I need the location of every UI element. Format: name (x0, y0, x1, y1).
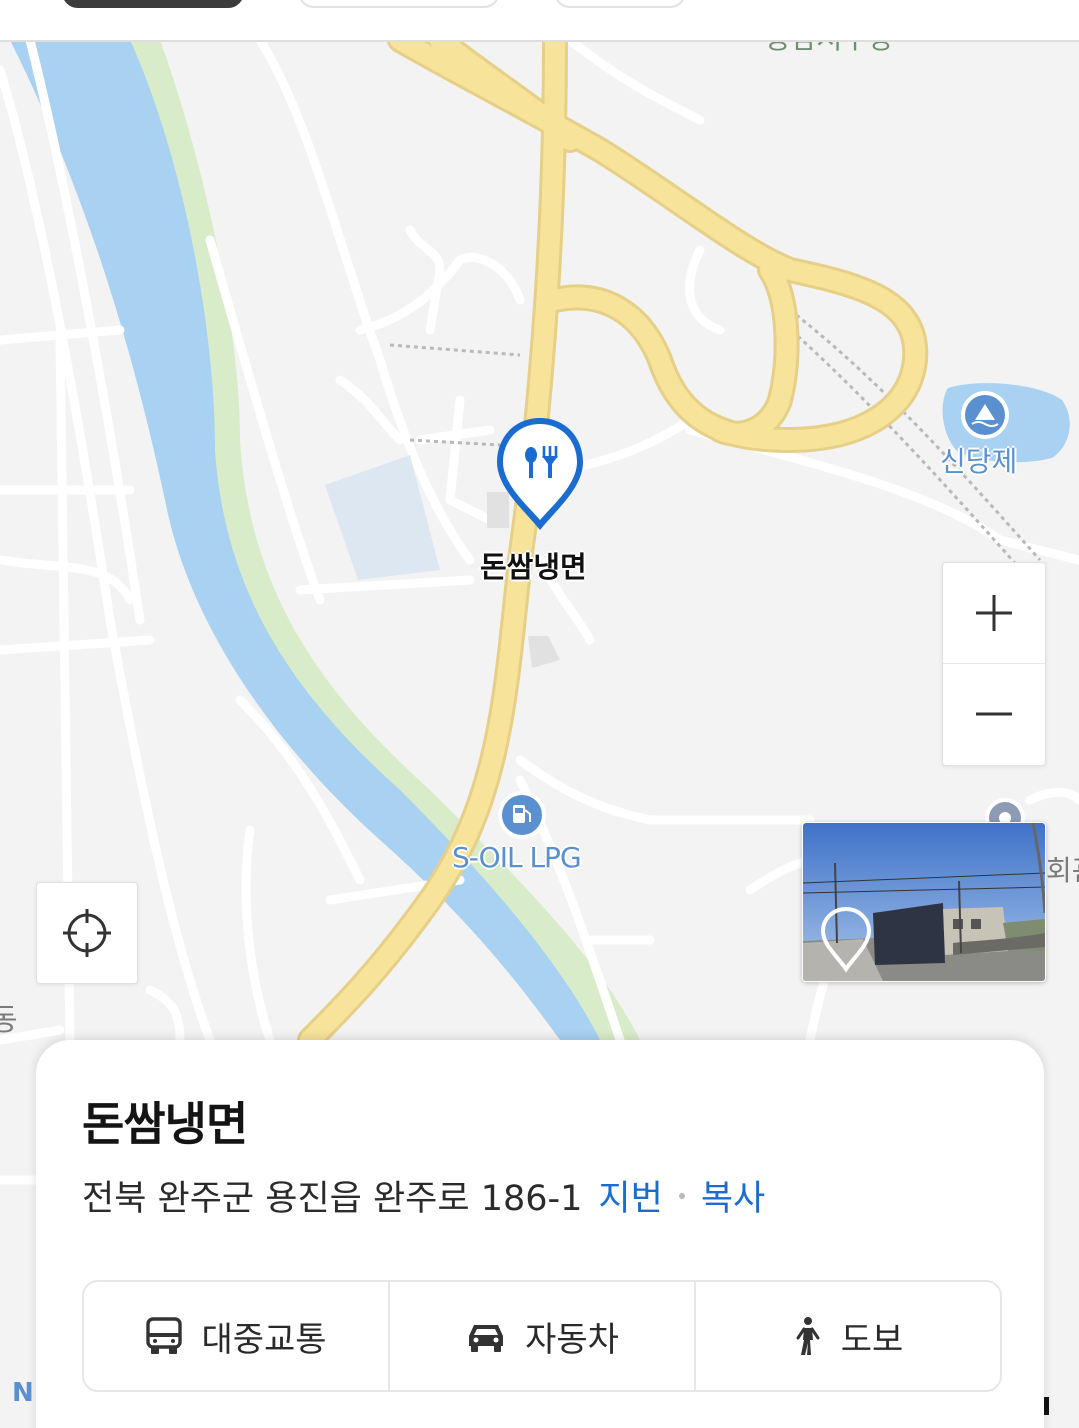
car-icon (469, 1325, 504, 1352)
place-name: 돈쌈냉면 (82, 1097, 248, 1151)
route-options: 대중교통 자동차 도보 (82, 1280, 1002, 1392)
route-walk-label: 도보 (840, 1319, 904, 1360)
bus-icon (146, 1317, 183, 1354)
corner-mark (1044, 1397, 1049, 1415)
lot-number-link[interactable]: 지번 (598, 1170, 662, 1221)
roadview-thumbnail[interactable] (802, 822, 1046, 982)
top-filter-bar (0, 0, 1079, 42)
svg-text:동: 동 (0, 1003, 18, 1038)
filter-chip[interactable] (554, 0, 686, 8)
place-info-sheet: 돈쌈냉면 전북 완주군 용진읍 완주로 186-1 지번 복사 대중교통 자동차… (36, 1040, 1044, 1428)
current-location-button[interactable] (36, 882, 138, 984)
water-reservoir-icon (961, 391, 1009, 439)
crosshair-icon (63, 909, 111, 957)
zoom-in-button[interactable] (943, 563, 1045, 664)
zoom-controls (942, 562, 1046, 766)
poi-label-reservoir[interactable]: 신당제 (940, 440, 1017, 480)
address-row: 전북 완주군 용진읍 완주로 186-1 지번 복사 (82, 1170, 765, 1221)
route-transit-label: 대중교통 (201, 1319, 327, 1360)
map-screen: 용담저수량 회관 동 돈쌈냉면 신당제 S-OIL LPG (0, 0, 1079, 1428)
route-car-label: 자동차 (525, 1319, 619, 1360)
gas-station-icon (498, 791, 546, 839)
route-walk-button[interactable]: 도보 (694, 1282, 1000, 1390)
filter-chip-active[interactable] (62, 0, 244, 8)
filter-chip[interactable] (298, 0, 500, 8)
zoom-out-button[interactable] (943, 664, 1045, 764)
copy-address-link[interactable]: 복사 (701, 1170, 765, 1221)
walking-person-icon (796, 1317, 820, 1355)
poi-label-gas-station[interactable]: S-OIL LPG (452, 841, 582, 874)
svg-text:회관: 회관 (1046, 854, 1079, 887)
route-transit-button[interactable]: 대중교통 (84, 1282, 388, 1390)
place-address: 전북 완주군 용진읍 완주로 186-1 (82, 1179, 583, 1219)
corner-label: N (12, 1378, 34, 1408)
minus-icon (976, 712, 1012, 716)
separator-dot (678, 1192, 685, 1199)
plus-icon (976, 595, 1012, 631)
route-car-button[interactable]: 자동차 (388, 1282, 694, 1390)
marker-label[interactable]: 돈쌈냉면 (480, 544, 587, 586)
